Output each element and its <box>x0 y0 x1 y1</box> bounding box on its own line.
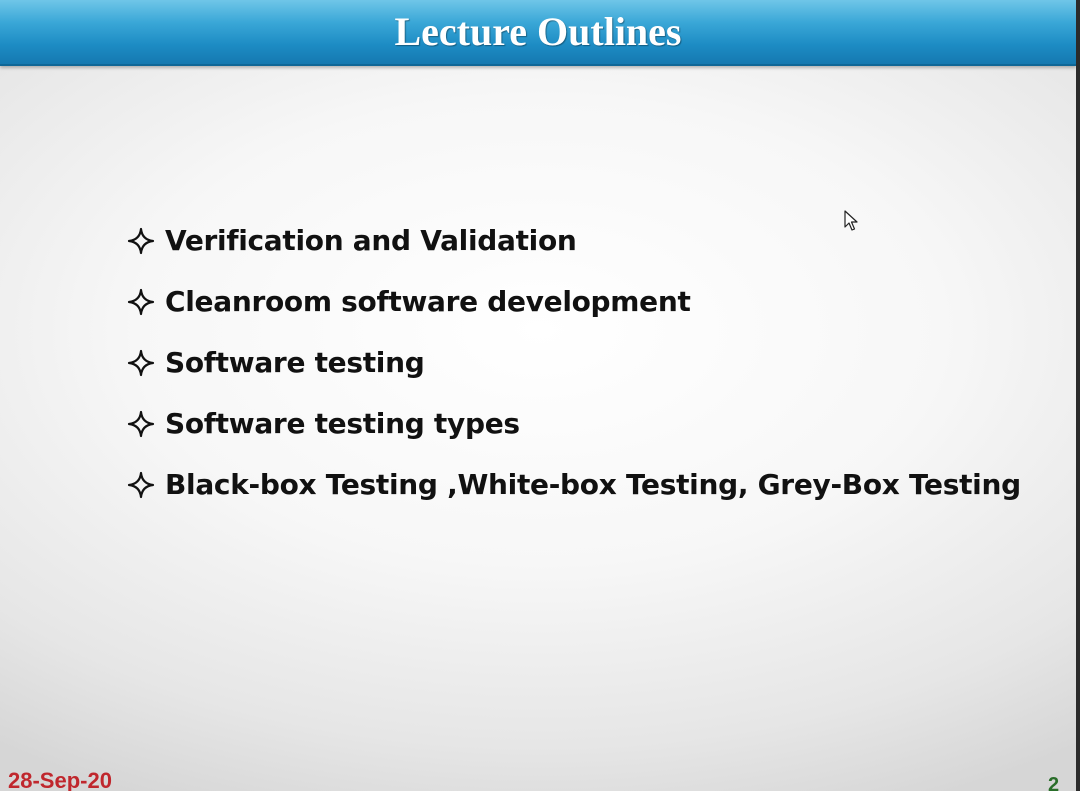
title-bar: Lecture Outlines <box>0 0 1076 66</box>
mouse-pointer-icon <box>844 210 858 231</box>
window-edge <box>1076 0 1080 791</box>
star-bullet-icon <box>127 410 155 437</box>
outline-item-label: Black-box Testing ,White-box Testing, Gr… <box>165 468 1021 501</box>
outline-item: Software testing <box>127 332 1021 393</box>
slide-title: Lecture Outlines <box>394 9 682 54</box>
star-bullet-icon <box>127 288 155 315</box>
star-bullet-icon <box>127 349 155 376</box>
outline-list: Verification and Validation Cleanroom so… <box>127 210 1021 515</box>
outline-item-label: Software testing types <box>165 407 520 440</box>
star-bullet-icon <box>127 227 155 254</box>
outline-item-label: Verification and Validation <box>165 224 577 257</box>
page-number: 2 <box>1048 774 1060 791</box>
slide: Lecture Outlines Verification and Valida… <box>0 0 1080 791</box>
outline-item-label: Software testing <box>165 346 425 379</box>
outline-item: Software testing types <box>127 393 1021 454</box>
outline-item: Verification and Validation <box>127 210 1021 271</box>
outline-item: Cleanroom software development <box>127 271 1021 332</box>
footer-date: 28-Sep-20 <box>8 768 112 791</box>
outline-item-label: Cleanroom software development <box>165 285 691 318</box>
star-bullet-icon <box>127 471 155 498</box>
outline-item: Black-box Testing ,White-box Testing, Gr… <box>127 454 1021 515</box>
